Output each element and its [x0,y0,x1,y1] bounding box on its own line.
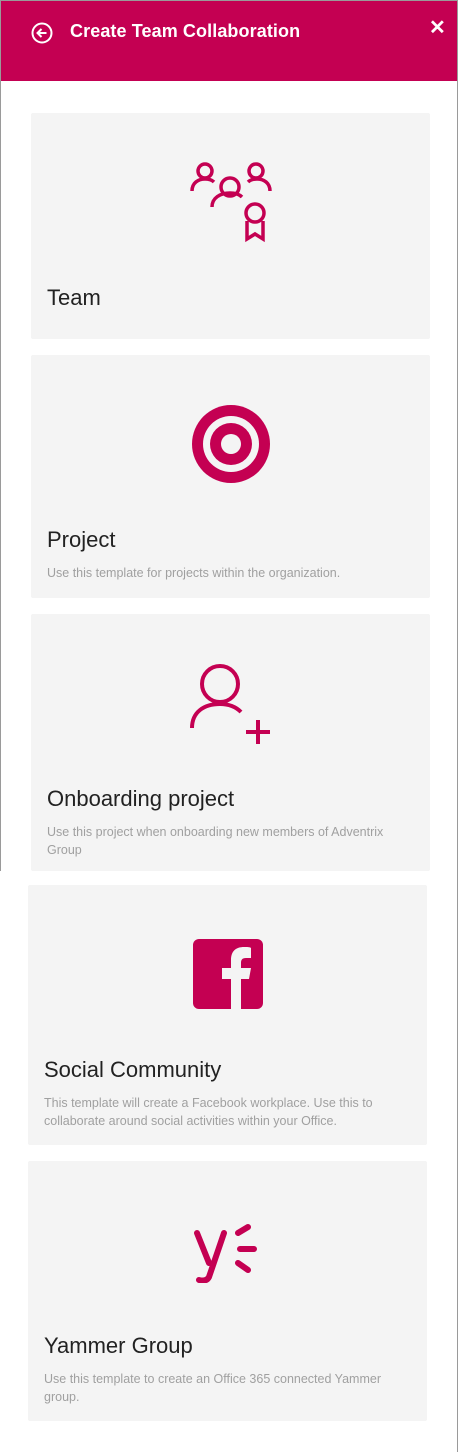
yammer-icon [193,1224,257,1283]
template-description: Use this template to create an Office 36… [44,1372,381,1404]
template-name: Onboarding project [47,786,235,811]
template-name: Project [47,527,116,552]
template-description: This template will create a Facebook wor… [44,1096,373,1128]
facebook-icon [192,939,263,1009]
template-name: Team [47,285,101,310]
template-card-onboarding-project[interactable]: Onboarding project Use this project when… [31,614,430,871]
template-card-project[interactable]: Project Use this template for projects w… [31,355,430,598]
panel-title: Create Team Collaboration [70,21,301,41]
template-name: Yammer Group [44,1333,193,1358]
template-card-team[interactable]: Team [31,113,430,339]
template-card-yammer-group[interactable]: Yammer Group Use this template to create… [28,1161,427,1421]
add-person-icon [189,664,270,744]
target-icon [191,405,270,483]
panel-header: Create Team Collaboration ✕ [1,1,457,81]
template-description: Use this project when onboarding new mem… [47,825,384,857]
back-arrow-icon[interactable] [31,22,53,44]
close-button[interactable]: ✕ [429,15,446,40]
team-award-icon [189,162,272,243]
template-description: Use this template for projects within th… [47,566,341,580]
template-name: Social Community [44,1057,222,1082]
template-card-social-community[interactable]: Social Community This template will crea… [28,885,427,1145]
